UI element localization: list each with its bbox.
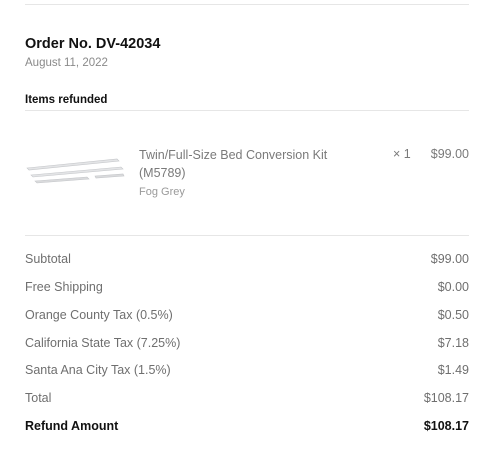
summary-row-city-tax: Santa Ana City Tax (1.5%) $1.49	[25, 363, 469, 377]
summary-label: Subtotal	[25, 252, 71, 266]
refund-amount-value: $108.17	[423, 419, 469, 433]
top-divider	[25, 4, 469, 5]
item-variant: Fog Grey	[139, 186, 185, 198]
summary-value: $0.00	[437, 280, 469, 294]
summary-divider	[25, 235, 469, 236]
summary-value: $0.50	[437, 308, 469, 322]
item-price: $99.00	[430, 147, 469, 161]
item-quantity: × 1	[393, 147, 411, 161]
summary-value: $108.17	[423, 391, 469, 405]
items-refunded-heading: Items refunded	[25, 94, 108, 106]
summary-row-refund-amount: Refund Amount $108.17	[25, 419, 469, 433]
order-date: August 11, 2022	[25, 57, 108, 69]
items-divider	[25, 110, 469, 111]
summary-label: Free Shipping	[25, 280, 103, 294]
summary-value: $99.00	[430, 252, 469, 266]
summary-label: Santa Ana City Tax (1.5%)	[25, 363, 171, 377]
summary-row-county-tax: Orange County Tax (0.5%) $0.50	[25, 308, 469, 322]
summary-label: Total	[25, 391, 52, 405]
order-number: Order No. DV-42034	[25, 36, 161, 52]
item-name: Twin/Full-Size Bed Conversion Kit (M5789…	[139, 148, 328, 180]
summary-row-subtotal: Subtotal $99.00	[25, 252, 469, 266]
summary-value: $7.18	[437, 336, 469, 350]
summary-label: Orange County Tax (0.5%)	[25, 308, 173, 322]
refund-amount-label: Refund Amount	[25, 419, 119, 433]
summary-row-shipping: Free Shipping $0.00	[25, 280, 469, 294]
summary-row-total: Total $108.17	[25, 391, 469, 405]
summary-row-state-tax: California State Tax (7.25%) $7.18	[25, 336, 469, 350]
summary-label: California State Tax (7.25%)	[25, 336, 181, 350]
summary-value: $1.49	[437, 363, 469, 377]
bed-conversion-rails-image	[26, 158, 125, 184]
